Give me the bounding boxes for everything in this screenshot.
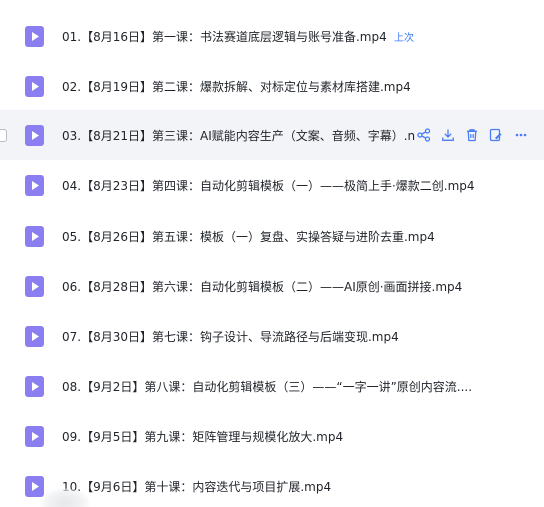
file-row[interactable]: 02.【8月19日】第二课：爆款拆解、对标定位与素材库搭建.mp4	[0, 61, 544, 111]
share-icon[interactable]	[412, 123, 436, 147]
file-row-hovered[interactable]: 03.【8月21日】第三课：AI赋能内容生产（文案、音频、字幕）.n	[0, 110, 544, 160]
row-actions	[412, 123, 532, 147]
file-name[interactable]: 04.【8月23日】第四课：自动化剪辑模板（一）——极简上手·爆款二创.mp4	[62, 177, 475, 194]
rename-icon[interactable]	[484, 123, 508, 147]
more-icon[interactable]	[508, 123, 532, 147]
video-file-icon	[25, 225, 44, 247]
video-file-icon	[25, 25, 44, 47]
file-row[interactable]: 06.【8月28日】第六课：自动化剪辑模板（二）——AI原创·画面拼接.mp4	[0, 261, 544, 311]
video-file-icon	[25, 124, 44, 146]
file-name[interactable]: 06.【8月28日】第六课：自动化剪辑模板（二）——AI原创·画面拼接.mp4	[62, 278, 462, 295]
file-row[interactable]: 01.【8月16日】第一课：书法赛道底层逻辑与账号准备.mp4 上次	[0, 11, 544, 61]
file-name[interactable]: 07.【8月30日】第七课：钩子设计、导流路径与后端变现.mp4	[62, 328, 399, 345]
video-file-icon	[25, 375, 44, 397]
file-name[interactable]: 01.【8月16日】第一课：书法赛道底层逻辑与账号准备.mp4	[62, 28, 387, 45]
delete-icon[interactable]	[460, 123, 484, 147]
file-name[interactable]: 09.【9月5日】第九课：矩阵管理与规模化放大.mp4	[62, 428, 343, 445]
file-name[interactable]: 02.【8月19日】第二课：爆款拆解、对标定位与素材库搭建.mp4	[62, 78, 411, 95]
video-file-icon	[25, 75, 44, 97]
file-row[interactable]: 07.【8月30日】第七课：钩子设计、导流路径与后端变现.mp4	[0, 311, 544, 361]
video-file-icon	[25, 425, 44, 447]
file-name[interactable]: 05.【8月26日】第五课：模板（一）复盘、实操答疑与进阶去重.mp4	[62, 228, 435, 245]
file-list: 01.【8月16日】第一课：书法赛道底层逻辑与账号准备.mp4 上次 02.【8…	[0, 0, 544, 507]
row-checkbox[interactable]	[0, 128, 7, 142]
video-file-icon	[25, 325, 44, 347]
file-name[interactable]: 08.【9月2日】第八课：自动化剪辑模板（三）——“一字一讲”原创内容流....	[62, 378, 472, 395]
video-file-icon	[25, 475, 44, 497]
file-name[interactable]: 03.【8月21日】第三课：AI赋能内容生产（文案、音频、字幕）.n	[62, 127, 415, 144]
file-row[interactable]: 04.【8月23日】第四课：自动化剪辑模板（一）——极简上手·爆款二创.mp4	[0, 160, 544, 210]
file-row[interactable]: 05.【8月26日】第五课：模板（一）复盘、实操答疑与进阶去重.mp4	[0, 211, 544, 261]
download-icon[interactable]	[436, 123, 460, 147]
video-file-icon	[25, 275, 44, 297]
file-name[interactable]: 10.【9月6日】第十课：内容迭代与项目扩展.mp4	[62, 478, 331, 495]
last-viewed-badge: 上次	[394, 32, 414, 44]
file-row[interactable]: 08.【9月2日】第八课：自动化剪辑模板（三）——“一字一讲”原创内容流....	[0, 361, 544, 411]
video-file-icon	[25, 174, 44, 196]
file-row[interactable]: 09.【9月5日】第九课：矩阵管理与规模化放大.mp4	[0, 411, 544, 461]
